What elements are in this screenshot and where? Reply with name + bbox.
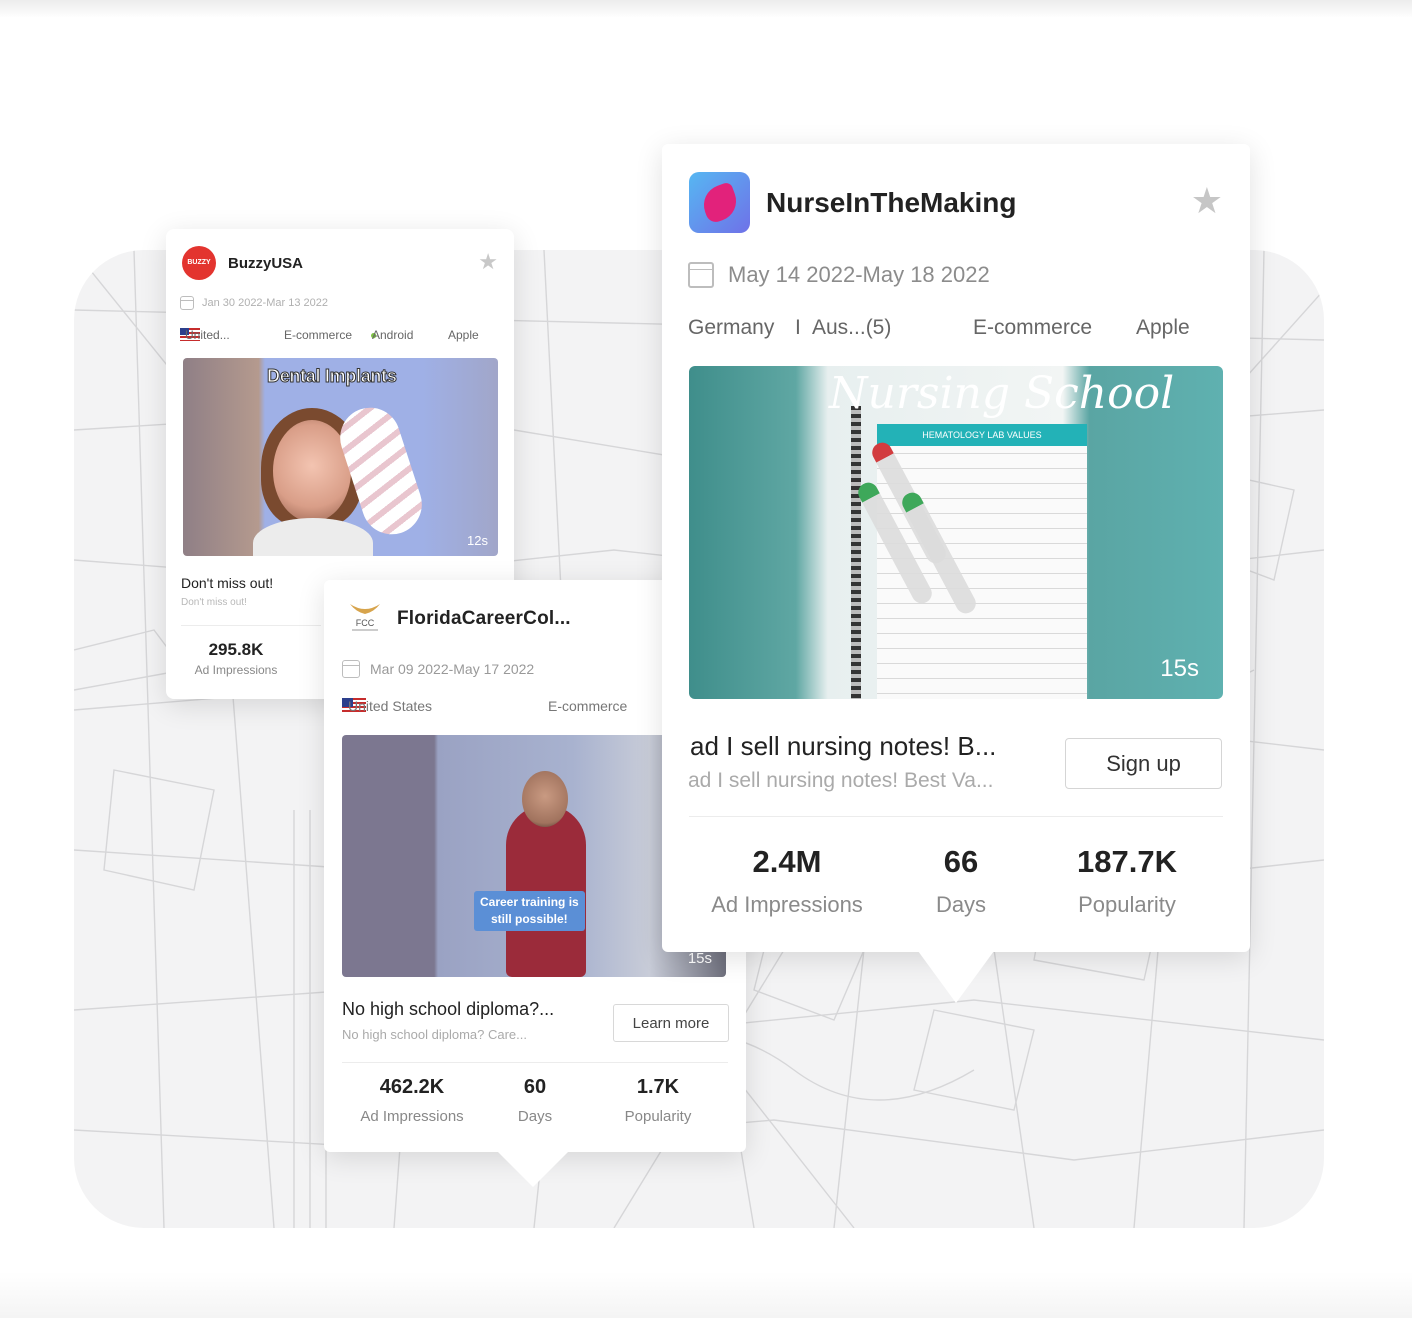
- category: E-commerce: [284, 328, 353, 342]
- learn-more-button[interactable]: Learn more: [613, 1004, 729, 1042]
- stat-label: Ad Impressions: [711, 892, 863, 917]
- stat-popularity: 1.7K Popularity: [588, 1076, 728, 1125]
- thumbnail-caption-line-1: Career training is: [480, 895, 579, 909]
- bottom-shade: [0, 1272, 1412, 1318]
- thumbnail-spiral-binding: [851, 406, 861, 699]
- category: E-commerce: [548, 698, 628, 714]
- video-thumbnail[interactable]: Dental Implants 12s: [183, 358, 498, 556]
- date-range-row: Jan 30 2022-Mar 13 2022: [180, 296, 328, 310]
- stat-value: 2.4M: [752, 844, 822, 879]
- stat-label: Days: [517, 1108, 553, 1125]
- stat-impressions: 2.4M Ad Impressions: [692, 844, 882, 918]
- sign-up-button[interactable]: Sign up: [1065, 738, 1222, 789]
- stat-value: 1.7K: [636, 1076, 680, 1098]
- impressions-label: Ad Impressions: [194, 663, 278, 677]
- video-thumbnail[interactable]: HEMATOLOGY LAB VALUES Nursing School 15s: [689, 366, 1223, 699]
- ad-card-nurseinthemaking[interactable]: NurseInTheMaking ★ May 14 2022-May 18 20…: [662, 144, 1250, 952]
- platform-android-label: Android: [372, 328, 414, 342]
- divider: [181, 625, 321, 626]
- star-icon[interactable]: ★: [1191, 180, 1223, 222]
- thumbnail-title: Nursing School: [829, 368, 1175, 419]
- video-duration: 15s: [1160, 655, 1199, 682]
- thumbnail-caption-line-2: still possible!: [491, 912, 568, 926]
- date-range: May 14 2022-May 18 2022: [728, 262, 990, 287]
- ad-subtext: No high school diploma? Care...: [342, 1027, 527, 1042]
- stat-label: Ad Impressions: [360, 1108, 464, 1125]
- stat-value: 187.7K: [1077, 844, 1177, 879]
- stat-value: 462.2K: [379, 1076, 445, 1098]
- thumbnail-shoulders: [253, 518, 373, 556]
- advertiser-logo: FCC: [344, 598, 386, 636]
- stat-label: Popularity: [624, 1108, 692, 1125]
- top-shade: [0, 0, 1412, 18]
- calendar-icon: [180, 296, 194, 310]
- thumbnail-sheet-header: HEMATOLOGY LAB VALUES: [877, 424, 1087, 446]
- date-range: Mar 09 2022-May 17 2022: [370, 661, 535, 677]
- stat-value: 66: [943, 844, 979, 879]
- ad-headline: Don't miss out!: [181, 575, 274, 591]
- advertiser-logo: BUZZY USA: [182, 246, 216, 300]
- thumbnail-overlay-text: Dental Implants: [267, 366, 398, 387]
- country-separator: I: [795, 316, 801, 339]
- divider: [342, 1062, 728, 1063]
- stat-label: Days: [935, 892, 987, 917]
- video-duration: 15s: [687, 950, 712, 967]
- advertiser-name[interactable]: FloridaCareerCol...: [397, 608, 571, 630]
- stat-label: Popularity: [1078, 892, 1176, 917]
- platform-apple-label: Apple: [1136, 316, 1190, 339]
- country-2[interactable]: Aus...(5): [812, 316, 891, 340]
- advertiser-name[interactable]: NurseInTheMaking: [766, 187, 1016, 219]
- advertiser-logo-text: FCC: [356, 618, 375, 628]
- calendar-icon: [342, 660, 360, 678]
- ad-headline: ad I sell nursing notes! B...: [690, 731, 997, 761]
- ad-subtext: ad I sell nursing notes! Best Va...: [688, 769, 994, 792]
- impressions-value: 295.8K: [208, 640, 264, 659]
- video-duration: 12s: [467, 533, 488, 548]
- stat-popularity: 187.7K Popularity: [1032, 844, 1222, 918]
- stat-impressions: 462.2K Ad Impressions: [342, 1076, 482, 1125]
- ad-headline: No high school diploma?...: [342, 999, 555, 1019]
- card-pointer: [918, 951, 994, 1003]
- stat-days: 66 Days: [866, 844, 1056, 918]
- calendar-icon: [688, 262, 714, 288]
- divider: [689, 816, 1223, 817]
- stat-value: 60: [523, 1076, 547, 1098]
- thumbnail-caption: Career training is still possible!: [474, 891, 585, 931]
- card-pointer: [497, 1151, 569, 1187]
- advertiser-logo: [689, 172, 750, 233]
- date-range: Jan 30 2022-Mar 13 2022: [202, 297, 328, 309]
- thumbnail-head: [522, 771, 568, 827]
- star-icon[interactable]: ★: [478, 249, 498, 275]
- country: United...: [185, 328, 230, 342]
- date-range-row: May 14 2022-May 18 2022: [688, 262, 990, 288]
- platform-apple-label: Apple: [448, 328, 479, 342]
- category: E-commerce: [973, 316, 1093, 339]
- country-1: Germany: [688, 316, 775, 339]
- stat-days: 60 Days: [465, 1076, 605, 1125]
- date-range-row: Mar 09 2022-May 17 2022: [342, 660, 534, 678]
- country: United States: [348, 698, 433, 714]
- logo-shape: [698, 181, 742, 225]
- advertiser-name[interactable]: BuzzyUSA: [228, 255, 303, 272]
- ad-subtext: Don't miss out!: [181, 597, 247, 608]
